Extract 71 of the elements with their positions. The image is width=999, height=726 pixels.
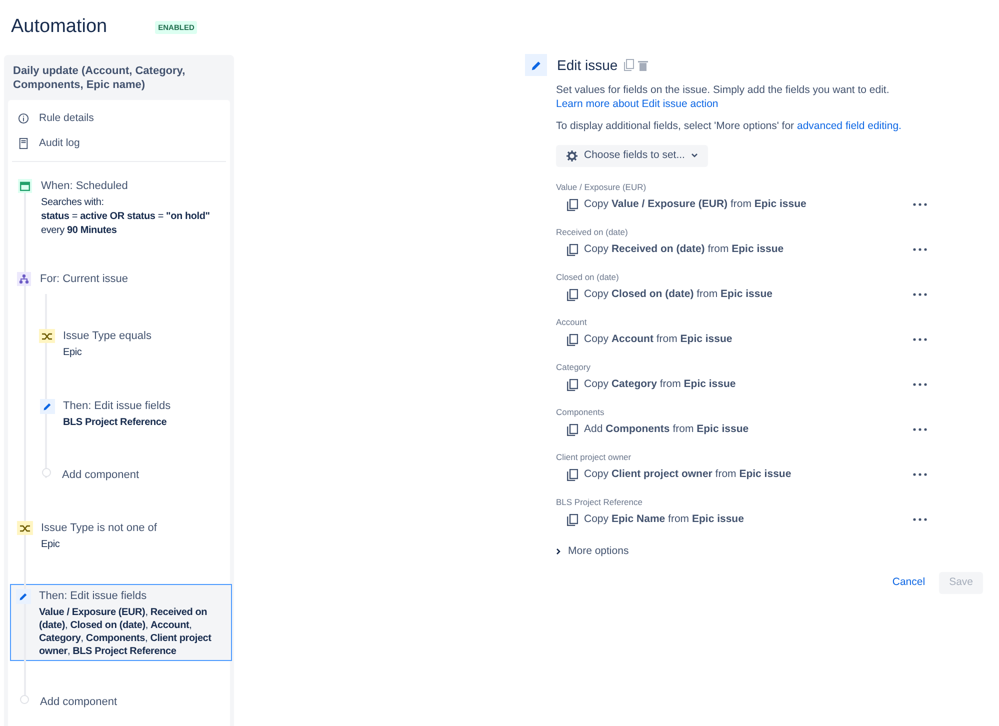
advanced-editing-link[interactable]: advanced field editing.: [796, 120, 902, 132]
pencil-icon: [16, 589, 31, 604]
more-icon[interactable]: [913, 383, 927, 386]
more-icon[interactable]: [913, 293, 927, 296]
copy-icon: [567, 514, 578, 526]
more-icon[interactable]: [913, 518, 927, 522]
component-detail: Value / Exposure (EUR), Received on (date), Closed on (date), Account, Category, Components, Client project owner, BLS Project Reference: [39, 606, 212, 658]
info-icon: [18, 113, 28, 124]
copy-icon: [567, 198, 578, 211]
sidebar-link[interactable]: Audit log: [39, 136, 80, 152]
field-operation[interactable]: Add Components from Epic issue: [584, 422, 913, 438]
component-title: Issue Type is not one of: [41, 521, 157, 536]
chevron-down-icon: [690, 153, 698, 158]
field-label: Client project owner: [556, 450, 632, 463]
field-label: Value / Exposure (EUR): [556, 180, 648, 193]
shuffle-icon: [17, 521, 33, 535]
choose-fields-button[interactable]: Choose fields to set...: [556, 144, 708, 167]
copy-icon: [567, 378, 578, 391]
field-label: Category: [556, 360, 592, 373]
field-operation[interactable]: Copy Category from Epic issue: [584, 376, 913, 393]
copy-icon: [567, 424, 578, 436]
component-title: When: Scheduled: [41, 179, 129, 194]
copy-icon: [567, 244, 578, 256]
more-icon[interactable]: [913, 428, 927, 432]
editor-hint: To display additional fields, select 'More options' for advanced field editing.: [556, 119, 902, 134]
field-operation[interactable]: Copy Client project owner from Epic issue: [584, 466, 913, 483]
add-component-link[interactable]: Add component: [62, 466, 140, 484]
cancel-button[interactable]: Cancel: [884, 572, 934, 594]
sidebar-link[interactable]: Rule details: [39, 110, 94, 126]
pencil-icon: [40, 399, 54, 414]
field-operation[interactable]: Copy Value / Exposure (EUR) from Epic issue: [584, 196, 913, 213]
component-detail: Epic: [63, 346, 83, 359]
calendar-icon: [18, 179, 32, 193]
page-title: Automation: [11, 15, 108, 40]
component-title: Then: Edit issue fields: [39, 589, 148, 604]
component-title: For: Current issue: [40, 272, 128, 287]
chevron-icon: [556, 548, 561, 556]
settings-icon: [566, 150, 578, 162]
add-component-link[interactable]: Add component: [40, 693, 118, 711]
learn-more-link[interactable]: Learn more about Edit issue action: [556, 98, 718, 110]
rule-title: Daily update (Account, Category, Components, Epic name): [12, 64, 186, 93]
component-detail: status = active OR status = "on hold": [41, 210, 210, 223]
field-operation[interactable]: Copy Account from Epic issue: [584, 332, 913, 348]
more-icon[interactable]: [913, 203, 927, 206]
field-operation[interactable]: Copy Received on (date) from Epic issue: [584, 242, 913, 258]
copy-icon: [567, 468, 578, 481]
editor-description: Set values for fields on the issue. Simply add the fields you want to edit. Learn more about Edit issue action: [556, 83, 890, 111]
field-label: BLS Project Reference: [556, 496, 644, 508]
field-operation[interactable]: Copy Closed on (date) from Epic issue: [584, 286, 913, 303]
document-icon: [18, 138, 28, 149]
field-label: Received on (date): [556, 226, 629, 238]
pencil-icon: [530, 60, 542, 70]
copy-icon: [567, 334, 578, 346]
field-label: Components: [556, 406, 606, 418]
more-options-toggle[interactable]: More options: [556, 544, 629, 560]
component-detail: Searches with:: [41, 196, 105, 209]
shuffle-icon: [39, 329, 55, 343]
more-icon[interactable]: [913, 338, 927, 342]
more-icon[interactable]: [913, 473, 927, 476]
field-label: Account: [556, 316, 588, 328]
component-detail: Epic: [41, 538, 61, 551]
component-detail: BLS Project Reference: [63, 416, 168, 429]
copy-icon: [567, 288, 578, 301]
more-icon[interactable]: [913, 248, 927, 252]
component-title: Issue Type equals: [63, 329, 152, 344]
component-card[interactable]: Then: Edit issue fields Value / Exposure (EUR), Received on (date), Closed on (date), Account, Category, Components, Client project owner, BLS Project Reference: [10, 584, 232, 661]
component-detail: every 90 Minutes: [41, 224, 118, 237]
editor-title: Edit issue: [557, 56, 618, 74]
field-operation[interactable]: Copy Epic Name from Epic issue: [584, 512, 913, 528]
component-title: Then: Edit issue fields: [63, 399, 171, 414]
field-label: Closed on (date): [556, 270, 620, 283]
